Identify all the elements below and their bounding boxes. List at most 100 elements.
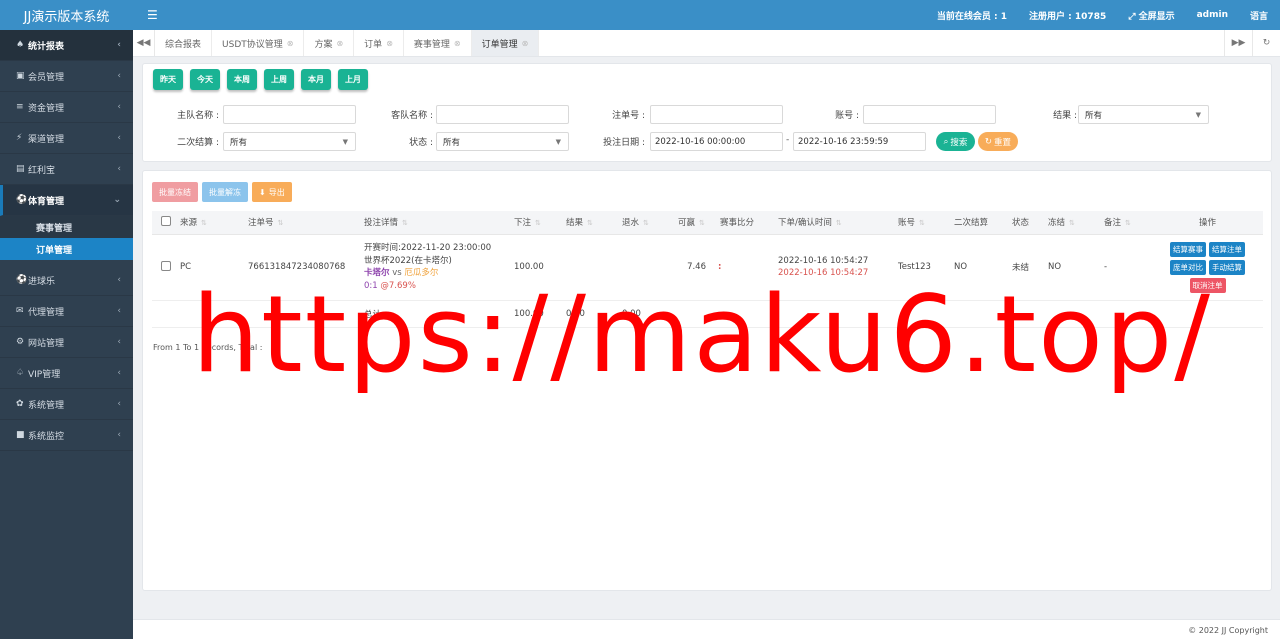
result-select[interactable]: 所有 ▼ [1078, 105, 1209, 124]
sidebar-item-system[interactable]: ✿ 系统管理 ‹ [0, 389, 133, 420]
chevron-left-icon: ‹ [117, 71, 121, 81]
last-month-button[interactable]: 上月 [338, 69, 368, 90]
copyright: © 2022 JJ Copyright [1188, 626, 1268, 635]
row-checkbox[interactable] [161, 260, 171, 271]
sidebar-item-treasure[interactable]: ▤ 红利宝 ‹ [0, 154, 133, 185]
sort-icon: ⇅ [643, 219, 649, 228]
col-remark-label: 备注 [1104, 218, 1122, 229]
sidebar-item-label: 资金管理 [28, 103, 65, 114]
tab-scroll-right-icon[interactable]: ▶▶ [1224, 30, 1252, 56]
fullscreen-button[interactable]: ⤢ 全屏显示 [1128, 9, 1174, 22]
tab-report[interactable]: 综合报表 [155, 30, 213, 56]
col-rebate[interactable]: 退水 ⇅ [618, 211, 674, 235]
sidebar-item-monitor[interactable]: ■ 系统监控 ‹ [0, 420, 133, 451]
caret-down-icon: ▼ [342, 138, 348, 146]
fullscreen-label: 全屏显示 [1138, 11, 1175, 22]
search-button[interactable]: ⌕ 搜索 [936, 132, 975, 151]
col-result[interactable]: 结果 ⇅ [562, 211, 618, 235]
app-title[interactable]: JJ演示版本系统 [0, 0, 133, 30]
search-icon: ⌕ [943, 136, 949, 147]
menu-toggle-icon[interactable]: ☰ [147, 8, 171, 22]
sidebar-item-members[interactable]: ▣ 会员管理 ‹ [0, 61, 133, 92]
bet-date-end-input[interactable]: 2022-10-16 23:59:59 [793, 132, 926, 151]
col-bet[interactable]: 下注 ⇅ [510, 211, 562, 235]
sidebar-item-stats[interactable]: ♠ 统计报表 ‹ [0, 30, 133, 61]
col-remark[interactable]: 备注 ⇅ [1100, 211, 1148, 235]
yesterday-button[interactable]: 昨天 [153, 69, 183, 90]
col-source[interactable]: 来源 ⇅ [176, 211, 232, 235]
batch-unfreeze-button[interactable]: 批量解冻 [202, 182, 248, 202]
last-week-button[interactable]: 上周 [264, 69, 294, 90]
col-second-settle: 二次结算 [950, 211, 1008, 235]
col-account[interactable]: 账号 ⇅ [894, 211, 950, 235]
close-icon[interactable]: ⊗ [336, 39, 343, 48]
sidebar-item-label: 网站管理 [28, 338, 65, 349]
order-no-input[interactable] [650, 105, 783, 124]
col-detail[interactable]: 投注详情 ⇅ [360, 211, 510, 235]
tab-scroll-left-icon[interactable]: ◀◀ [133, 30, 155, 56]
reset-button[interactable]: ↻ 重置 [978, 132, 1018, 151]
language-menu[interactable]: 语言 [1250, 9, 1268, 22]
tab-events[interactable]: 赛事管理 ⊗ [404, 30, 472, 56]
export-button[interactable]: ⬇ 导出 [252, 182, 292, 202]
sidebar-item-sports[interactable]: ⚽ 体育管理 ⌄ [0, 185, 133, 216]
status-label: 状态 : [409, 138, 433, 148]
export-label: 导出 [268, 187, 285, 197]
chevron-left-icon: ‹ [117, 399, 121, 409]
sidebar-item-vip[interactable]: ♤ VIP管理 ‹ [0, 358, 133, 389]
away-team-input[interactable] [436, 105, 569, 124]
close-icon[interactable]: ⊗ [522, 39, 529, 48]
caret-down-icon: ▼ [1195, 111, 1201, 119]
tab-orders[interactable]: 订单 ⊗ [354, 30, 404, 56]
close-icon[interactable]: ⊗ [454, 39, 461, 48]
detail-start-time: 开赛时间:2022-11-20 23:00:00 [364, 243, 492, 253]
sidebar-item-website[interactable]: ⚙ 网站管理 ‹ [0, 327, 133, 358]
second-settle-value: 所有 [230, 137, 248, 148]
col-time[interactable]: 下单/确认时间 ⇅ [774, 211, 894, 235]
settle-event-button[interactable]: 结算赛事 [1170, 241, 1206, 257]
sidebar-item-funds[interactable]: ≡ 资金管理 ‹ [0, 92, 133, 123]
batch-freeze-button[interactable]: 批量冻结 [152, 182, 198, 202]
search-panel: 昨天 今天 本周 上周 本月 上月 主队名称 : 客队名称 : 注单号 : 账号… [142, 63, 1272, 162]
col-result-label: 结果 [566, 218, 584, 229]
reset-button-label: 重置 [994, 137, 1012, 148]
settle-order-button[interactable]: 结算注单 [1209, 241, 1245, 257]
this-week-button[interactable]: 本周 [227, 69, 257, 90]
sidebar-item-label: 会员管理 [28, 72, 65, 83]
sports-submenu: 赛事管理 订单管理 [0, 216, 133, 260]
bet-date-start-input[interactable]: 2022-10-16 00:00:00 [650, 132, 783, 151]
tab-label: 综合报表 [165, 39, 202, 50]
chevron-left-icon: ‹ [117, 102, 121, 112]
user-menu[interactable]: admin [1197, 10, 1228, 20]
home-team-input[interactable] [223, 105, 356, 124]
col-win[interactable]: 可赢 ⇅ [674, 211, 716, 235]
select-all-checkbox[interactable] [161, 215, 171, 226]
quick-date-buttons: 昨天 今天 本周 上周 本月 上月 [153, 69, 368, 90]
sports-icon: ⚽ [16, 195, 28, 205]
sidebar-item-goal[interactable]: ⚽ 进球乐 ‹ [0, 265, 133, 296]
close-icon[interactable]: ⊗ [386, 39, 393, 48]
manual-settle-button[interactable]: 手动结算 [1209, 259, 1245, 275]
bet-date-label: 投注日期 : [603, 138, 645, 148]
refresh-icon[interactable]: ↻ [1252, 30, 1280, 56]
tab-bar: ◀◀ 综合报表 USDT协议管理 ⊗ 方案 ⊗ 订单 ⊗ 赛事管理 ⊗ 订单管理 ⊗ ▶▶… [133, 30, 1280, 57]
account-input[interactable] [863, 105, 996, 124]
sidebar-subitem-orders[interactable]: 订单管理 [0, 238, 133, 260]
tab-usdt[interactable]: USDT协议管理 ⊗ [212, 30, 305, 56]
sidebar-subitem-events[interactable]: 赛事管理 [0, 216, 133, 238]
today-button[interactable]: 今天 [190, 69, 220, 90]
close-icon[interactable]: ⊗ [287, 39, 294, 48]
refresh-icon: ↻ [984, 136, 993, 147]
tabs: 综合报表 USDT协议管理 ⊗ 方案 ⊗ 订单 ⊗ 赛事管理 ⊗ 订单管理 ⊗ [155, 30, 1224, 56]
caret-down-icon: ▼ [555, 138, 561, 146]
col-frozen[interactable]: 冻结 ⇅ [1044, 211, 1100, 235]
col-order-no[interactable]: 注单号 ⇅ [232, 211, 360, 235]
tab-plan[interactable]: 方案 ⊗ [304, 30, 355, 56]
status-select[interactable]: 所有 ▼ [436, 132, 569, 151]
this-month-button[interactable]: 本月 [301, 69, 331, 90]
tab-order-management[interactable]: 订单管理 ⊗ [471, 30, 540, 56]
second-settle-select[interactable]: 所有 ▼ [223, 132, 356, 151]
bulk-action-buttons: 批量冻结 批量解冻 ⬇ 导出 [152, 182, 292, 202]
sidebar-item-channels[interactable]: ⚡ 渠道管理 ‹ [0, 123, 133, 154]
sidebar-item-agents[interactable]: ✉ 代理管理 ‹ [0, 296, 133, 327]
